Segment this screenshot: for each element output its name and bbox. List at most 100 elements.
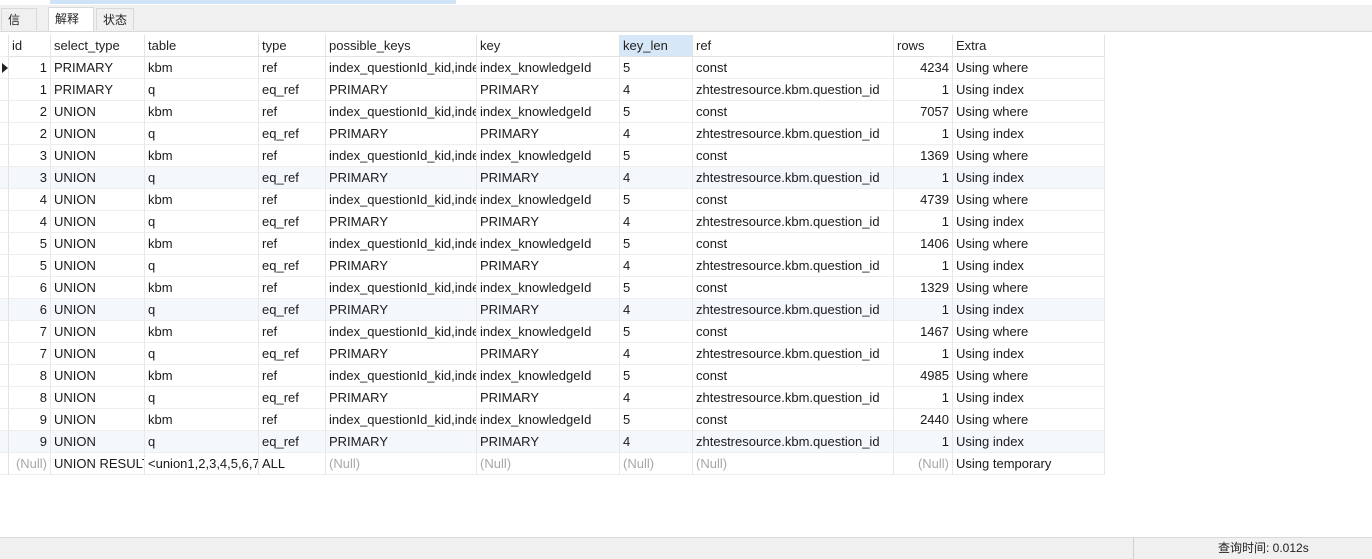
cell-id[interactable]: 8 — [9, 365, 51, 387]
cell-ref[interactable]: zhtestresource.kbm.question_id — [693, 167, 894, 189]
cell-possible-keys[interactable]: PRIMARY — [326, 123, 477, 145]
cell-type[interactable]: ref — [259, 189, 326, 211]
cell-id[interactable]: 9 — [9, 431, 51, 453]
cell-type[interactable]: ref — [259, 145, 326, 167]
cell-key[interactable]: index_knowledgeId — [477, 189, 620, 211]
cell-ref[interactable]: const — [693, 233, 894, 255]
cell-key-len[interactable]: 4 — [620, 123, 693, 145]
cell-table[interactable]: q — [145, 79, 259, 101]
cell-table[interactable]: q — [145, 431, 259, 453]
tab-explain-1[interactable]: 解释 1 — [48, 7, 94, 48]
cell-possible-keys[interactable]: index_questionId_kid,index_knowledgeId — [326, 145, 477, 167]
cell-possible-keys[interactable]: PRIMARY — [326, 299, 477, 321]
cell-rows[interactable]: 1369 — [894, 145, 953, 167]
cell-select-type[interactable]: UNION RESULT — [51, 453, 145, 475]
cell-type[interactable]: ref — [259, 409, 326, 431]
table-row[interactable]: 3 UNION q eq_ref PRIMARY PRIMARY 4 zhtestresour… — [0, 167, 1105, 189]
table-row[interactable]: 5 UNION q eq_ref PRIMARY PRIMARY 4 zhtestresour… — [0, 255, 1105, 277]
cell-table[interactable]: q — [145, 255, 259, 277]
cell-extra[interactable]: Using index — [953, 299, 1105, 321]
cell-key[interactable]: PRIMARY — [477, 123, 620, 145]
cell-table[interactable]: kbm — [145, 101, 259, 123]
table-row[interactable]: 8UNIONkbmrefindex_questionId_kid,index_k… — [0, 365, 1105, 387]
row-selector[interactable] — [0, 299, 9, 321]
cell-table[interactable]: q — [145, 123, 259, 145]
cell-id[interactable]: 3 — [9, 145, 51, 167]
cell-table[interactable]: kbm — [145, 277, 259, 299]
table-row[interactable]: 1PRIMARYkbmrefindex_questionId_kid,index… — [0, 57, 1105, 79]
cell-id[interactable]: 7 — [9, 343, 51, 365]
cell-key-len[interactable]: (Null) — [620, 453, 693, 475]
cell-key[interactable]: PRIMARY — [477, 431, 620, 453]
cell-id[interactable]: 5 — [9, 255, 51, 277]
cell-extra[interactable]: Using index — [953, 255, 1105, 277]
cell-extra[interactable]: Using where — [953, 365, 1105, 387]
column-header-extra[interactable]: Extra — [953, 35, 1105, 57]
cell-extra[interactable]: Using where — [953, 277, 1105, 299]
cell-key[interactable]: index_knowledgeId — [477, 57, 620, 79]
cell-key-len[interactable]: 5 — [620, 145, 693, 167]
cell-key[interactable]: PRIMARY — [477, 343, 620, 365]
cell-type[interactable]: ref — [259, 365, 326, 387]
cell-ref[interactable]: zhtestresource.kbm.question_id — [693, 211, 894, 233]
cell-extra[interactable]: Using index — [953, 123, 1105, 145]
cell-rows[interactable]: (Null) — [894, 453, 953, 475]
cell-key[interactable]: PRIMARY — [477, 211, 620, 233]
cell-key-len[interactable]: 5 — [620, 409, 693, 431]
cell-key-len[interactable]: 5 — [620, 365, 693, 387]
row-selector[interactable] — [0, 101, 9, 123]
cell-possible-keys[interactable]: index_questionId_kid,index_knowledgeId — [326, 101, 477, 123]
cell-key[interactable]: PRIMARY — [477, 299, 620, 321]
cell-type[interactable]: eq_ref — [259, 255, 326, 277]
cell-select-type[interactable]: UNION — [51, 255, 145, 277]
cell-select-type[interactable]: UNION — [51, 365, 145, 387]
cell-key-len[interactable]: 4 — [620, 211, 693, 233]
cell-extra[interactable]: Using where — [953, 101, 1105, 123]
cell-ref[interactable]: zhtestresource.kbm.question_id — [693, 431, 894, 453]
cell-id[interactable]: 6 — [9, 277, 51, 299]
cell-rows[interactable]: 1 — [894, 343, 953, 365]
cell-extra[interactable]: Using where — [953, 233, 1105, 255]
cell-type[interactable]: ALL — [259, 453, 326, 475]
cell-key[interactable]: index_knowledgeId — [477, 277, 620, 299]
cell-rows[interactable]: 1 — [894, 79, 953, 101]
table-row[interactable]: 4UNIONkbmrefindex_questionId_kid,index_k… — [0, 189, 1105, 211]
cell-ref[interactable]: (Null) — [693, 453, 894, 475]
cell-id[interactable]: 4 — [9, 211, 51, 233]
cell-select-type[interactable]: UNION — [51, 189, 145, 211]
cell-table[interactable]: q — [145, 299, 259, 321]
column-header-rows[interactable]: rows — [894, 35, 953, 57]
cell-key[interactable]: index_knowledgeId — [477, 145, 620, 167]
cell-key[interactable]: PRIMARY — [477, 255, 620, 277]
row-selector[interactable] — [0, 145, 9, 167]
cell-key[interactable]: index_knowledgeId — [477, 409, 620, 431]
cell-id[interactable]: 1 — [9, 57, 51, 79]
cell-id[interactable]: 7 — [9, 321, 51, 343]
cell-table[interactable]: q — [145, 343, 259, 365]
column-header-key-len[interactable]: key_len — [620, 35, 693, 57]
cell-ref[interactable]: zhtestresource.kbm.question_id — [693, 123, 894, 145]
cell-extra[interactable]: Using where — [953, 321, 1105, 343]
column-header-ref[interactable]: ref — [693, 35, 894, 57]
table-row[interactable]: 5UNIONkbmrefindex_questionId_kid,index_k… — [0, 233, 1105, 255]
cell-type[interactable]: eq_ref — [259, 211, 326, 233]
table-row[interactable]: 8 UNION q eq_ref PRIMARY PRIMARY 4 zhtestresour… — [0, 387, 1105, 409]
table-row[interactable]: 2 UNION q eq_ref PRIMARY PRIMARY 4 zhtestresour… — [0, 123, 1105, 145]
cell-select-type[interactable]: UNION — [51, 277, 145, 299]
cell-select-type[interactable]: UNION — [51, 145, 145, 167]
cell-ref[interactable]: const — [693, 409, 894, 431]
cell-ref[interactable]: const — [693, 277, 894, 299]
cell-key[interactable]: index_knowledgeId — [477, 101, 620, 123]
cell-type[interactable]: ref — [259, 101, 326, 123]
cell-type[interactable]: eq_ref — [259, 387, 326, 409]
cell-ref[interactable]: zhtestresource.kbm.question_id — [693, 299, 894, 321]
cell-possible-keys[interactable]: index_questionId_kid,index_knowledgeId — [326, 365, 477, 387]
cell-ref[interactable]: zhtestresource.kbm.question_id — [693, 255, 894, 277]
cell-extra[interactable]: Using where — [953, 409, 1105, 431]
cell-select-type[interactable]: UNION — [51, 299, 145, 321]
cell-rows[interactable]: 1406 — [894, 233, 953, 255]
cell-possible-keys[interactable]: PRIMARY — [326, 79, 477, 101]
table-row[interactable]: 2UNIONkbmrefindex_questionId_kid,index_k… — [0, 101, 1105, 123]
cell-possible-keys[interactable]: PRIMARY — [326, 211, 477, 233]
cell-type[interactable]: eq_ref — [259, 167, 326, 189]
